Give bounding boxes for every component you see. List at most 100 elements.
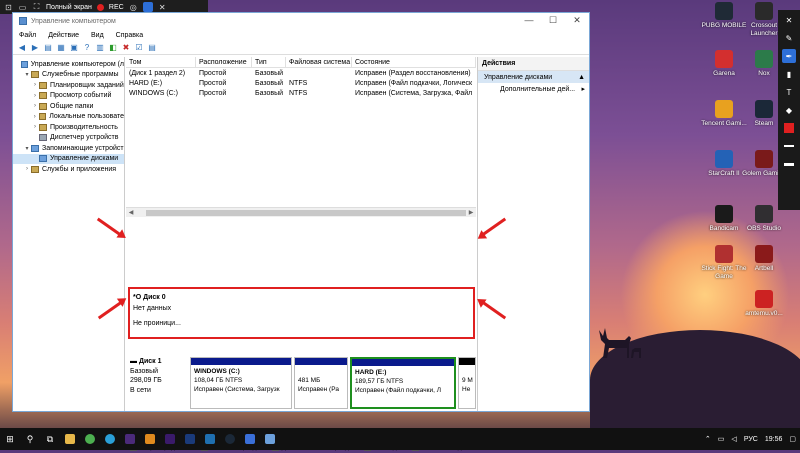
eraser-icon[interactable]: ◆ — [782, 103, 796, 117]
tree-item[interactable]: ▾ Служебные программы — [13, 70, 124, 81]
media-icon[interactable] — [240, 428, 260, 450]
window-icon[interactable]: ▭ — [18, 3, 27, 12]
start-icon[interactable]: ⊞ — [0, 428, 20, 450]
tree-item[interactable]: › Производительность — [13, 122, 124, 133]
forward-icon[interactable]: ▶ — [30, 43, 40, 53]
back-icon[interactable]: ◀ — [17, 43, 27, 53]
tree-item[interactable]: Управление компьютером (л — [13, 59, 124, 70]
clock[interactable]: 19:56 — [765, 436, 783, 443]
menu-help[interactable]: Справка — [116, 32, 143, 39]
partition-unallocated[interactable]: 9 М Не — [458, 357, 476, 409]
volume-icon[interactable]: ◁ — [731, 435, 736, 443]
color-swatch-icon[interactable] — [782, 121, 796, 135]
col-type[interactable]: Тип — [252, 57, 286, 67]
tree-item[interactable]: › Общие папки — [13, 101, 124, 112]
computer-management-icon[interactable] — [260, 428, 280, 450]
properties-icon[interactable]: ▣ — [69, 43, 79, 53]
photoshop-icon[interactable] — [180, 428, 200, 450]
tree-item[interactable]: › Локальные пользовате — [13, 112, 124, 123]
menu-action[interactable]: Действие — [48, 32, 79, 39]
lock-icon[interactable]: ⊡ — [4, 3, 13, 12]
expand-arrow-icon[interactable]: ▾ — [23, 71, 31, 78]
table-row[interactable]: (Диск 1 раздел 2) Простой Базовый Исправен … — [126, 68, 476, 78]
checklist-icon[interactable]: ☑ — [134, 43, 144, 53]
line-width-icon[interactable] — [782, 139, 796, 153]
expand-arrow-icon[interactable]: › — [31, 114, 39, 120]
delete-icon[interactable]: ✖ — [121, 43, 131, 53]
pen-icon[interactable]: ✒ — [782, 49, 796, 63]
collapse-icon[interactable]: ▲ — [578, 74, 585, 81]
chrome-icon[interactable] — [80, 428, 100, 450]
expand-arrow-icon[interactable]: ▾ — [23, 145, 31, 152]
col-layout[interactable]: Расположение — [196, 57, 252, 67]
steam-icon[interactable] — [220, 428, 240, 450]
partition-hard[interactable]: HARD (E:) 189,57 ГБ NTFS Исправен (Файл … — [350, 357, 456, 409]
record-icon[interactable] — [96, 3, 104, 11]
line-width-icon[interactable] — [782, 157, 796, 171]
notifications-icon[interactable]: ▢ — [789, 435, 796, 443]
maximize-button[interactable]: ☐ — [541, 13, 565, 27]
scroll-thumb[interactable] — [146, 209, 466, 216]
explorer-icon[interactable] — [60, 428, 80, 450]
menu-file[interactable]: Файл — [19, 32, 36, 39]
disk-1-info[interactable]: ▬ Диск 1 Базовый 298,09 ГБ В сети — [130, 357, 188, 395]
tree-item[interactable]: Диспетчер устройств — [13, 133, 124, 144]
camera-icon[interactable]: ◎ — [129, 3, 138, 12]
connect-icon[interactable]: ◧ — [108, 43, 118, 53]
expand-arrow-icon[interactable]: › — [31, 103, 39, 109]
vegas-icon[interactable] — [200, 428, 220, 450]
folder-up-icon[interactable]: ▤ — [43, 43, 53, 53]
console-tree-icon[interactable]: ▦ — [56, 43, 66, 53]
help-icon[interactable]: ? — [82, 43, 92, 53]
search-icon[interactable]: ⚲ — [20, 428, 40, 450]
pencil-icon[interactable]: ✎ — [782, 31, 796, 45]
expand-arrow-icon[interactable]: › — [23, 166, 31, 172]
after-effects-icon[interactable] — [120, 428, 140, 450]
network-icon[interactable]: ▭ — [718, 435, 725, 443]
desktop-shortcut[interactable]: amtemu.v0... — [740, 290, 788, 318]
tree-item[interactable]: ▾ Запоминающие устройст — [13, 143, 124, 154]
pen-icon[interactable] — [142, 2, 153, 12]
table-row[interactable]: WINDOWS (C:) Простой Базовый NTFS Исправен (… — [126, 88, 476, 98]
expand-arrow-icon[interactable]: › — [31, 82, 39, 88]
telegram-icon[interactable] — [100, 428, 120, 450]
col-status[interactable]: Состояние — [352, 57, 476, 67]
premiere-icon[interactable] — [160, 428, 180, 450]
menu-view[interactable]: Вид — [91, 32, 104, 39]
actions-section[interactable]: Управление дисками ▲ — [478, 71, 589, 83]
text-icon[interactable]: T — [782, 85, 796, 99]
details-icon[interactable]: ▥ — [95, 43, 105, 53]
tree-item[interactable]: Управление дисками — [13, 153, 124, 164]
disk-0-name: *О Диск 0 — [133, 294, 166, 301]
minimize-button[interactable]: — — [517, 13, 541, 27]
scroll-left-icon[interactable]: ◀ — [126, 209, 136, 216]
partition-recovery[interactable]: 481 МБ Исправен (Ра — [294, 357, 348, 409]
partition-windows[interactable]: WINDOWS (C:) 108,04 ГБ NTFS Исправен (Си… — [190, 357, 292, 409]
col-volume[interactable]: Том — [126, 57, 196, 67]
illustrator-icon[interactable] — [140, 428, 160, 450]
close-icon[interactable]: ✕ — [782, 13, 796, 27]
expand-arrow-icon[interactable]: › — [31, 124, 39, 130]
close-button[interactable]: ✕ — [565, 13, 589, 27]
horizontal-scrollbar[interactable]: ◀ ▶ — [126, 207, 476, 217]
actions-more[interactable]: Дополнительные дей... ▸ — [478, 83, 589, 95]
expand-arrow-icon[interactable]: › — [31, 93, 39, 99]
fullscreen-icon[interactable]: ⛶ — [32, 2, 41, 12]
scroll-right-icon[interactable]: ▶ — [466, 209, 476, 216]
language-indicator[interactable]: РУС — [744, 436, 758, 443]
tree-item[interactable]: › Планировщик заданий — [13, 80, 124, 91]
close-icon[interactable]: ✕ — [158, 3, 167, 12]
settings-icon[interactable]: ▤ — [147, 43, 157, 53]
tree-item[interactable]: › Службы и приложения — [13, 164, 124, 175]
col-filesystem[interactable]: Файловая система — [286, 57, 352, 67]
tree-item[interactable]: › Просмотр событий — [13, 91, 124, 102]
window-titlebar[interactable]: Управление компьютером — ☐ ✕ — [13, 13, 589, 29]
tray-up-icon[interactable]: ⌃ — [705, 435, 711, 443]
table-row[interactable]: HARD (E:) Простой Базовый NTFS Исправен (Фай… — [126, 78, 476, 88]
disk-0-panel[interactable]: *О Диск 0 Нет данных Не проиници... — [128, 287, 475, 339]
task-view-icon[interactable]: ⧉ — [40, 428, 60, 450]
desktop-shortcut[interactable]: Artbell — [740, 245, 788, 273]
rec-label[interactable]: REC — [109, 4, 124, 11]
highlighter-icon[interactable]: ▮ — [782, 67, 796, 81]
fullscreen-label[interactable]: Полный экран — [46, 4, 92, 11]
